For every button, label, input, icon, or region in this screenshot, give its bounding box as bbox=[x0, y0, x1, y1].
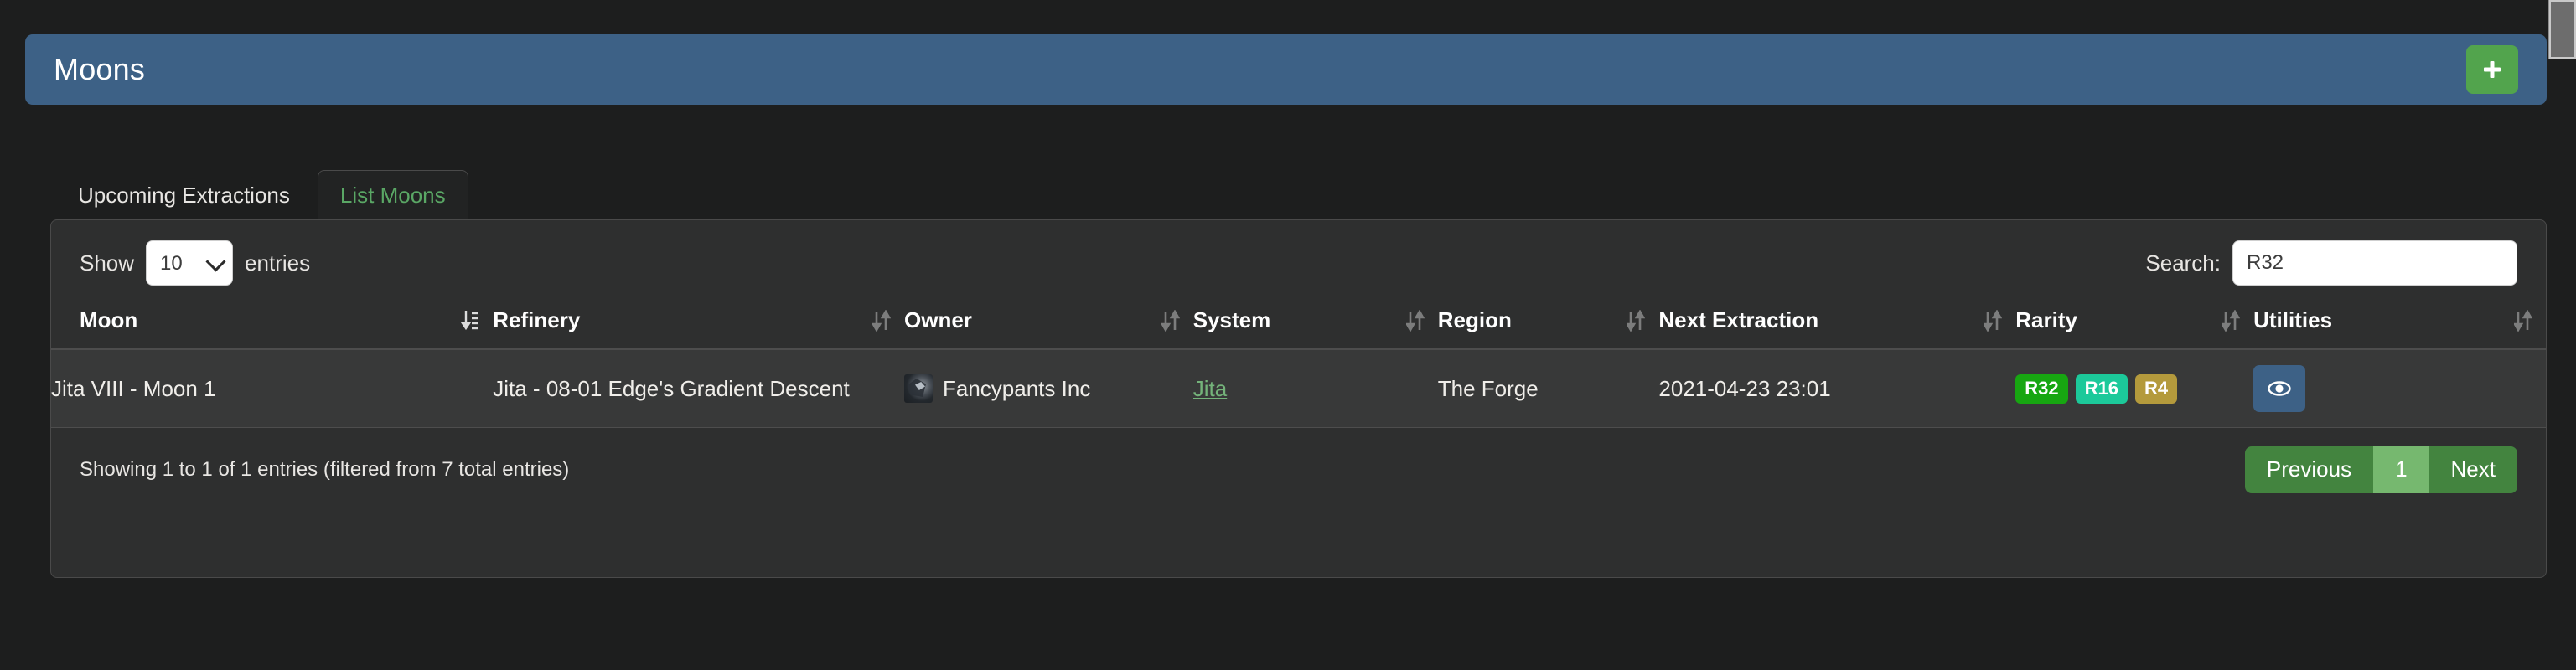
scrollbar-thumb[interactable] bbox=[2548, 0, 2576, 59]
entries-label: entries bbox=[245, 250, 311, 276]
sort-icon bbox=[2514, 310, 2532, 332]
page-length-control: Show 10 entries bbox=[80, 240, 310, 286]
status-badge: R4 bbox=[2134, 374, 2178, 404]
pagination-previous-button[interactable]: Previous bbox=[2244, 446, 2374, 493]
sort-descending-icon bbox=[461, 311, 478, 331]
column-header-region-label: Region bbox=[1437, 307, 1512, 332]
pagination-next-button[interactable]: Next bbox=[2429, 446, 2517, 493]
search-input[interactable] bbox=[2232, 240, 2517, 286]
column-header-owner-label: Owner bbox=[904, 307, 972, 332]
sort-icon bbox=[872, 310, 891, 332]
column-header-moon[interactable]: Moon bbox=[51, 296, 494, 350]
tab-upcoming-extractions[interactable]: Upcoming Extractions bbox=[50, 170, 318, 220]
search-control: Search: bbox=[2145, 240, 2517, 286]
column-header-system[interactable]: System bbox=[1192, 296, 1438, 350]
corp-logo-icon bbox=[904, 374, 933, 403]
cell-moon: Jita VIII - Moon 1 bbox=[51, 349, 494, 428]
column-header-next-extraction-label: Next Extraction bbox=[1658, 307, 1819, 332]
column-header-refinery[interactable]: Refinery bbox=[493, 296, 904, 350]
column-header-moon-label: Moon bbox=[80, 307, 138, 332]
entries-select[interactable]: 10 bbox=[146, 240, 234, 286]
eye-icon bbox=[2268, 381, 2291, 396]
table-footer: Showing 1 to 1 of 1 entries (filtered fr… bbox=[51, 428, 2546, 493]
cell-system: Jita bbox=[1192, 349, 1438, 428]
column-header-utilities[interactable]: Utilities bbox=[2253, 296, 2546, 350]
cell-region: The Forge bbox=[1437, 349, 1659, 428]
tab-upcoming-extractions-label: Upcoming Extractions bbox=[78, 183, 290, 208]
sort-icon bbox=[1627, 310, 1646, 332]
column-header-rarity[interactable]: Rarity bbox=[2015, 296, 2254, 350]
cell-rarity: R32 R16 R4 bbox=[2015, 349, 2254, 428]
table-controls: Show 10 entries Search: bbox=[51, 220, 2546, 292]
owner-name: Fancypants Inc bbox=[943, 375, 1091, 401]
pagination-page-1-button[interactable]: 1 bbox=[2373, 446, 2429, 493]
column-header-owner[interactable]: Owner bbox=[904, 296, 1193, 350]
plus-icon bbox=[2481, 59, 2503, 80]
moons-card: Show 10 entries Search: R32 Moon Refiner… bbox=[50, 219, 2547, 578]
column-header-refinery-label: Refinery bbox=[493, 307, 581, 332]
scrollbar-thumb-inner bbox=[2551, 2, 2574, 57]
table-head: Moon Refinery Owner System Region Next E… bbox=[51, 296, 2546, 350]
page-header: Moons bbox=[25, 34, 2547, 105]
column-header-utilities-label: Utilities bbox=[2253, 307, 2333, 332]
entries-select-wrapper[interactable]: 10 bbox=[139, 240, 240, 286]
page-title: Moons bbox=[54, 52, 146, 86]
sort-icon bbox=[1984, 310, 2003, 332]
cell-next-extraction: 2021-04-23 23:01 bbox=[1658, 349, 2016, 428]
cell-utilities bbox=[2253, 349, 2546, 428]
tab-list-moons-label: List Moons bbox=[339, 183, 446, 208]
table-body: Jita VIII - Moon 1 Jita - 08-01 Edge's G… bbox=[51, 349, 2546, 428]
view-details-button[interactable] bbox=[2253, 365, 2306, 412]
cell-refinery: Jita - 08-01 Edge's Gradient Descent bbox=[493, 349, 904, 428]
sort-icon bbox=[1161, 310, 1180, 332]
rarity-badges: R32 R16 R4 bbox=[2015, 374, 2253, 404]
moons-page: Moons Upcoming Extractions List Moons Sh… bbox=[0, 0, 2576, 670]
column-header-system-label: System bbox=[1192, 307, 1271, 332]
system-link[interactable]: Jita bbox=[1193, 376, 1227, 401]
moons-table: Moon Refinery Owner System Region Next E… bbox=[51, 296, 2546, 428]
table-info: Showing 1 to 1 of 1 entries (filtered fr… bbox=[80, 457, 570, 481]
sort-icon bbox=[2222, 310, 2241, 332]
show-label: Show bbox=[80, 250, 135, 276]
cell-owner: Fancypants Inc bbox=[904, 349, 1193, 428]
sort-icon bbox=[1405, 310, 1425, 332]
search-label: Search: bbox=[2145, 250, 2221, 276]
column-header-next-extraction[interactable]: Next Extraction bbox=[1658, 296, 2016, 350]
tab-list-moons[interactable]: List Moons bbox=[317, 170, 468, 220]
tab-bar: Upcoming Extractions List Moons bbox=[50, 170, 468, 220]
status-badge: R32 bbox=[2015, 374, 2068, 404]
column-header-region[interactable]: Region bbox=[1437, 296, 1659, 350]
pagination: Previous 1 Next bbox=[2244, 446, 2517, 493]
table-row: Jita VIII - Moon 1 Jita - 08-01 Edge's G… bbox=[51, 349, 2546, 428]
add-moon-button[interactable] bbox=[2466, 45, 2518, 94]
column-header-rarity-label: Rarity bbox=[2015, 307, 2077, 332]
table-header-row: Moon Refinery Owner System Region Next E… bbox=[51, 296, 2546, 350]
status-badge: R16 bbox=[2075, 374, 2128, 404]
